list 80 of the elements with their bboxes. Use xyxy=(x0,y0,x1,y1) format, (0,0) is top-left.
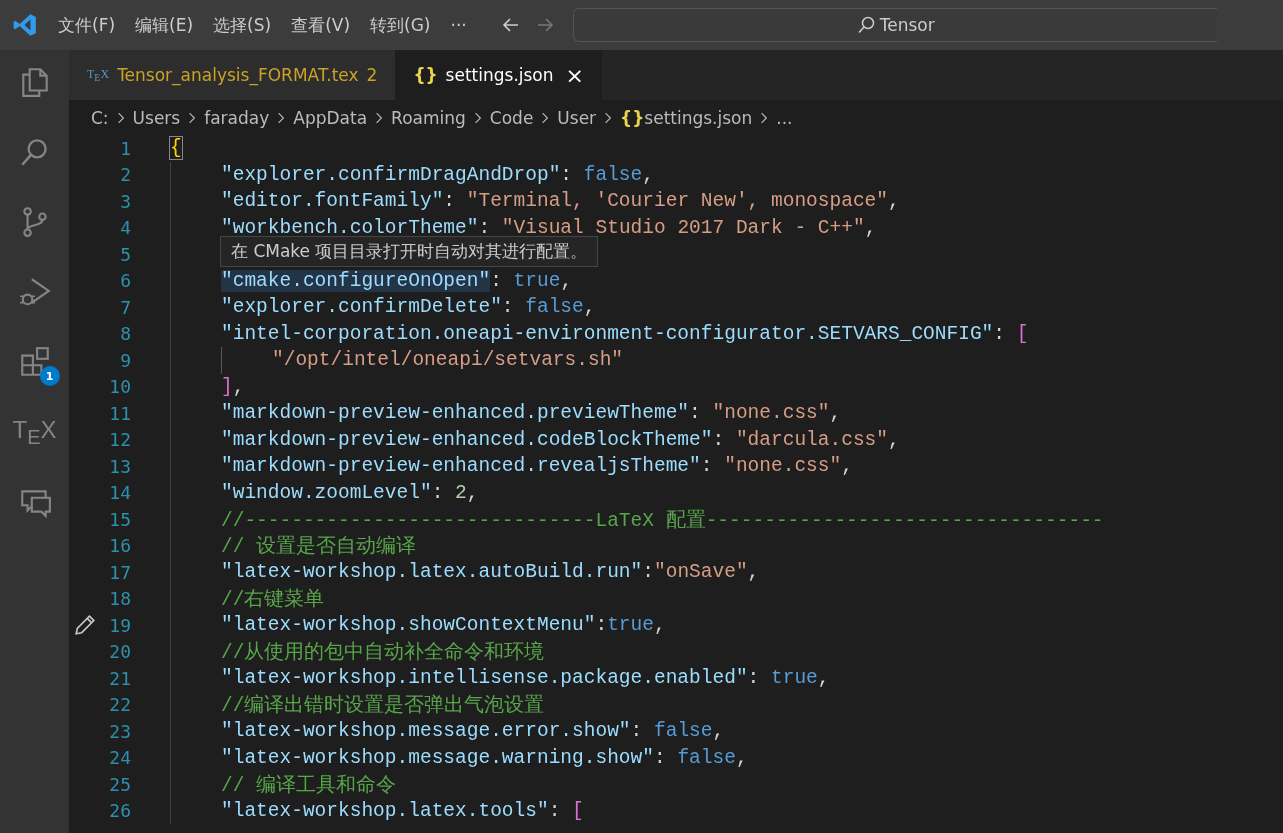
line-number: 24 xyxy=(108,747,131,769)
chevron-icon xyxy=(188,110,197,125)
menu-item[interactable]: 查看(V) xyxy=(291,13,351,37)
code-line: "explorer.confirmDragAndDrop": false, xyxy=(221,162,654,188)
editor-tab[interactable]: {} settings.json × xyxy=(395,50,602,100)
line-number: 10 xyxy=(108,376,131,398)
chevron-icon xyxy=(473,110,482,125)
breadcrumb-item[interactable]: ... xyxy=(776,107,793,128)
chevron-icon xyxy=(604,110,613,125)
code-line: "latex-workshop.message.error.show": false, xyxy=(221,719,725,745)
breadcrumb-item[interactable]: faraday xyxy=(204,107,270,128)
breadcrumb-item[interactable]: Code xyxy=(489,107,534,128)
line-number: 9 xyxy=(119,349,131,371)
chevron-icon xyxy=(116,110,125,125)
line-number: 16 xyxy=(108,535,131,557)
editor-tab[interactable]: T$_{E}$X Tensor_analysis_FORMAT.tex 2 xyxy=(69,50,396,100)
line-number: 2 xyxy=(119,164,131,186)
code-line: ], xyxy=(221,374,245,400)
code-line: { xyxy=(170,136,182,162)
code-line: "/opt/intel/oneapi/setvars.sh" xyxy=(272,348,624,374)
line-number: 14 xyxy=(108,482,131,504)
line-number: 17 xyxy=(108,561,131,583)
code-line: "editor.fontFamily": "Terminal, 'Courier New', monospace", xyxy=(221,189,900,215)
menu-item[interactable]: 文件(F) xyxy=(58,13,116,37)
code-line: //------------------------------LaTeX 配置---------------------------------- xyxy=(221,508,1104,533)
menu-item[interactable]: ··· xyxy=(450,15,467,35)
code-line: //右键菜单 xyxy=(221,587,325,612)
close-button[interactable]: × xyxy=(565,62,584,88)
app-logo-icon xyxy=(12,12,38,38)
line-number: 5 xyxy=(119,243,131,265)
line-number: 3 xyxy=(119,190,131,212)
breadcrumb-item[interactable]: Roaming xyxy=(391,107,466,128)
chevron-icon xyxy=(760,110,769,125)
line-number: 18 xyxy=(108,588,131,610)
code-line: //编译出错时设置是否弹出气泡设置 xyxy=(221,693,545,718)
code-line: // 设置是否自动编译 xyxy=(221,534,417,559)
line-number: 21 xyxy=(108,667,131,689)
line-number: 8 xyxy=(119,323,131,345)
code-line: "markdown-preview-enhanced.codeBlockTheme": "darcula.css", xyxy=(221,427,900,453)
line-number: 20 xyxy=(108,641,131,663)
line-number: 11 xyxy=(108,402,131,424)
line-number: 6 xyxy=(119,270,131,292)
breadcrumb-item[interactable]: User xyxy=(557,107,597,128)
pencil-icon xyxy=(73,614,96,637)
menu-item[interactable]: 转到(G) xyxy=(370,13,431,37)
breadcrumb-item[interactable]: {}settings.json xyxy=(620,107,753,128)
line-number: 22 xyxy=(108,694,131,716)
code-line: "latex-workshop.latex.autoBuild.run":"onSave", xyxy=(221,560,760,586)
chevron-icon xyxy=(541,110,550,125)
code-line: "window.zoomLevel": 2, xyxy=(221,480,479,506)
hover-tooltip: 在 CMake 项目目录打开时自动对其进行配置。 xyxy=(220,236,599,267)
line-number: 4 xyxy=(119,217,131,239)
code-line: "latex-workshop.intellisense.package.enabled": true, xyxy=(221,666,830,692)
line-number: 7 xyxy=(119,296,131,318)
chevron-icon xyxy=(375,110,384,125)
code-line: "latex-workshop.message.warning.show": false, xyxy=(221,745,748,771)
code-line: // 编译工具和命令 xyxy=(221,773,397,798)
code-line: "latex-workshop.showContextMenu":true, xyxy=(221,613,666,639)
line-number: 25 xyxy=(108,773,131,795)
breadcrumb-item[interactable]: C: xyxy=(91,107,109,128)
line-number: 12 xyxy=(108,429,131,451)
code-line: "explorer.confirmDelete": false, xyxy=(221,295,596,321)
line-number: 23 xyxy=(108,720,131,742)
line-number: 26 xyxy=(108,800,131,822)
breadcrumb-item[interactable]: AppData xyxy=(293,107,368,128)
line-number: 13 xyxy=(108,455,131,477)
search-field[interactable]: Tensor xyxy=(572,8,1217,42)
menu-item[interactable]: 选择(S) xyxy=(213,13,272,37)
line-number: 15 xyxy=(108,508,131,530)
breadcrumb-item[interactable]: Users xyxy=(132,107,181,128)
code-line: "intel-corporation.oneapi-environment-configurator.SETVARS_CONFIG": [ xyxy=(221,321,1029,347)
chevron-icon xyxy=(277,110,286,125)
line-number: 19 xyxy=(108,614,131,636)
code-line: "markdown-preview-enhanced.revealjsTheme": "none.css", xyxy=(221,454,853,480)
notification-badge: 1 xyxy=(39,366,60,386)
code-line: "markdown-preview-enhanced.previewTheme": "none.css", xyxy=(221,401,842,427)
code-line: "latex-workshop.latex.tools": [ xyxy=(221,798,584,824)
code-line: //从使用的包中自动补全命令和环境 xyxy=(221,640,545,665)
menu-item[interactable]: 编辑(E) xyxy=(135,13,194,37)
line-number: 1 xyxy=(119,137,131,159)
